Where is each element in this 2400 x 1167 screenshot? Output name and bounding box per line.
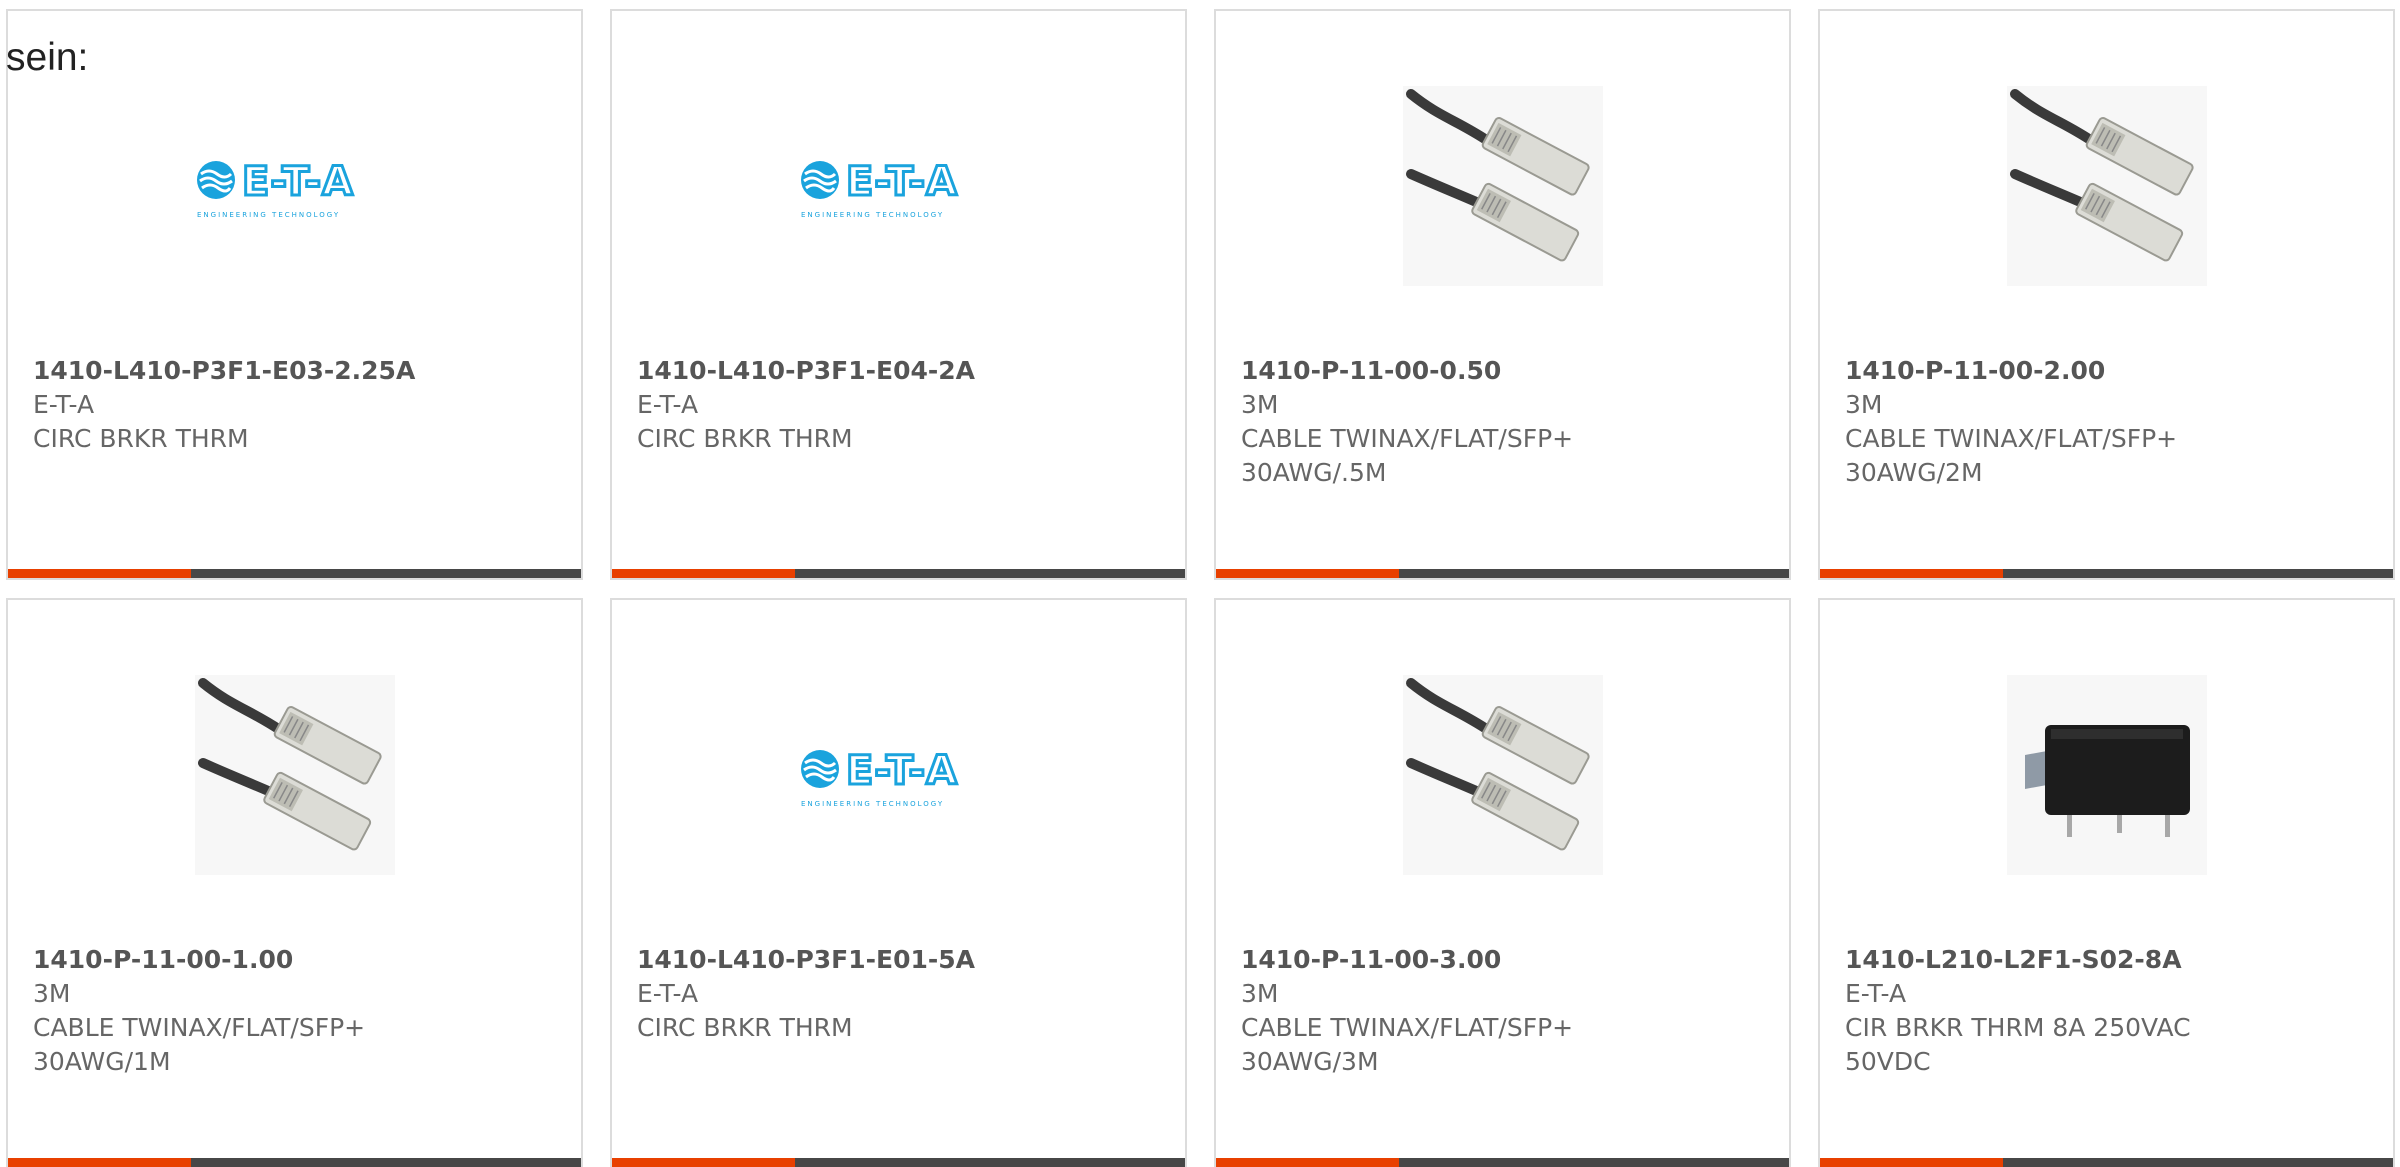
card-footer-bar bbox=[1820, 1158, 2393, 1167]
eta-logo-tagline: ENGINEERING TECHNOLOGY bbox=[197, 211, 340, 219]
product-description-line: 30AWG/2M bbox=[1845, 458, 1983, 487]
product-description-line: 30AWG/.5M bbox=[1241, 458, 1387, 487]
product-part-number[interactable]: 1410-P-11-00-1.00 bbox=[33, 943, 561, 977]
product-part-number[interactable]: 1410-L210-L2F1-S02-8A bbox=[1845, 943, 2373, 977]
product-card[interactable]: 1410-L210-L2F1-S02-8A E-T-A CIR BRKR THRM … bbox=[1818, 598, 2395, 1167]
eta-logo-icon: E-T-A ENGINEERING TECHNOLOGY bbox=[800, 747, 958, 808]
product-image[interactable] bbox=[1216, 670, 1789, 880]
product-description-line: CABLE TWINAX/FLAT/SFP+ bbox=[1241, 1013, 1574, 1042]
product-description-line: CIRC BRKR THRM bbox=[637, 424, 853, 453]
eta-logo-icon: E-T-A ENGINEERING TECHNOLOGY bbox=[196, 158, 354, 219]
card-footer-bar bbox=[612, 569, 1185, 578]
product-card[interactable]: 1410-P-11-00-1.00 3M CABLE TWINAX/FLAT/SFP… bbox=[6, 598, 583, 1167]
card-footer-bar bbox=[1216, 1158, 1789, 1167]
product-description-line: CIRC BRKR THRM bbox=[33, 424, 249, 453]
eta-logo-text: E-T-A bbox=[846, 159, 958, 205]
product-card[interactable]: E-T-A ENGINEERING TECHNOLOGY 1410-L410-P… bbox=[6, 9, 583, 580]
product-description-line: CABLE TWINAX/FLAT/SFP+ bbox=[1845, 424, 2178, 453]
eta-logo-icon: E-T-A ENGINEERING TECHNOLOGY bbox=[800, 158, 958, 219]
card-footer-bar bbox=[8, 569, 581, 578]
product-description-line: CABLE TWINAX/FLAT/SFP+ bbox=[33, 1013, 366, 1042]
product-manufacturer: 3M bbox=[1241, 979, 1279, 1008]
card-footer-accent bbox=[1820, 569, 2003, 578]
product-part-number[interactable]: 1410-P-11-00-2.00 bbox=[1845, 354, 2373, 388]
card-footer-bar bbox=[1216, 569, 1789, 578]
product-part-number[interactable]: 1410-L410-P3F1-E04-2A bbox=[637, 354, 1165, 388]
product-manufacturer: E-T-A bbox=[33, 390, 95, 419]
product-description-line: 30AWG/3M bbox=[1241, 1047, 1379, 1076]
product-image[interactable] bbox=[1820, 81, 2393, 291]
product-info: 1410-L410-P3F1-E03-2.25A E-T-A CIRC BRKR T… bbox=[33, 354, 561, 456]
card-footer-accent bbox=[1216, 569, 1399, 578]
sfp-cable-icon bbox=[194, 675, 395, 875]
product-info: 1410-P-11-00-2.00 3M CABLE TWINAX/FLAT/SFP… bbox=[1845, 354, 2373, 490]
card-footer-accent bbox=[612, 569, 795, 578]
product-description-line: CABLE TWINAX/FLAT/SFP+ bbox=[1241, 424, 1574, 453]
circuit-breaker-icon bbox=[2006, 675, 2207, 875]
product-part-number[interactable]: 1410-L410-P3F1-E03-2.25A bbox=[33, 354, 561, 388]
sfp-cable-icon bbox=[2006, 86, 2207, 286]
product-manufacturer: 3M bbox=[1241, 390, 1279, 419]
product-image[interactable]: E-T-A ENGINEERING TECHNOLOGY bbox=[612, 81, 1185, 291]
product-manufacturer: E-T-A bbox=[637, 390, 699, 419]
sfp-cable-icon bbox=[1402, 86, 1603, 286]
product-card[interactable]: 1410-P-11-00-0.50 3M CABLE TWINAX/FLAT/SFP… bbox=[1214, 9, 1791, 580]
card-footer-bar bbox=[612, 1158, 1185, 1167]
intro-text: sein: bbox=[6, 36, 89, 79]
card-footer-accent bbox=[8, 569, 191, 578]
product-card[interactable]: E-T-A ENGINEERING TECHNOLOGY 1410-L410-P… bbox=[610, 598, 1187, 1167]
product-manufacturer: E-T-A bbox=[637, 979, 699, 1008]
product-info: 1410-P-11-00-0.50 3M CABLE TWINAX/FLAT/SFP… bbox=[1241, 354, 1769, 490]
product-info: 1410-L210-L2F1-S02-8A E-T-A CIR BRKR THRM … bbox=[1845, 943, 2373, 1079]
product-info: 1410-P-11-00-3.00 3M CABLE TWINAX/FLAT/SFP… bbox=[1241, 943, 1769, 1079]
product-info: 1410-L410-P3F1-E04-2A E-T-A CIRC BRKR THRM bbox=[637, 354, 1165, 456]
product-image[interactable]: E-T-A ENGINEERING TECHNOLOGY bbox=[612, 670, 1185, 880]
card-footer-accent bbox=[612, 1158, 795, 1167]
product-manufacturer: 3M bbox=[1845, 390, 1883, 419]
product-info: 1410-P-11-00-1.00 3M CABLE TWINAX/FLAT/SFP… bbox=[33, 943, 561, 1079]
eta-logo-text: E-T-A bbox=[846, 748, 958, 794]
card-footer-accent bbox=[8, 1158, 191, 1167]
eta-logo-text: E-T-A bbox=[242, 159, 354, 205]
product-description-line: CIRC BRKR THRM bbox=[637, 1013, 853, 1042]
card-footer-bar bbox=[8, 1158, 581, 1167]
product-description-line: 50VDC bbox=[1845, 1047, 1931, 1076]
product-image[interactable]: E-T-A ENGINEERING TECHNOLOGY bbox=[8, 81, 581, 291]
sfp-cable-icon bbox=[1402, 675, 1603, 875]
eta-logo-tagline: ENGINEERING TECHNOLOGY bbox=[801, 211, 944, 219]
card-footer-accent bbox=[1216, 1158, 1399, 1167]
product-card[interactable]: 1410-P-11-00-3.00 3M CABLE TWINAX/FLAT/SFP… bbox=[1214, 598, 1791, 1167]
product-manufacturer: 3M bbox=[33, 979, 71, 1008]
product-manufacturer: E-T-A bbox=[1845, 979, 1907, 1008]
product-part-number[interactable]: 1410-P-11-00-0.50 bbox=[1241, 354, 1769, 388]
card-footer-accent bbox=[1820, 1158, 2003, 1167]
product-part-number[interactable]: 1410-L410-P3F1-E01-5A bbox=[637, 943, 1165, 977]
product-description-line: 30AWG/1M bbox=[33, 1047, 171, 1076]
card-footer-bar bbox=[1820, 569, 2393, 578]
product-description-line: CIR BRKR THRM 8A 250VAC bbox=[1845, 1013, 2191, 1042]
eta-logo-tagline: ENGINEERING TECHNOLOGY bbox=[801, 800, 944, 808]
product-info: 1410-L410-P3F1-E01-5A E-T-A CIRC BRKR THRM bbox=[637, 943, 1165, 1045]
product-part-number[interactable]: 1410-P-11-00-3.00 bbox=[1241, 943, 1769, 977]
product-grid-page: sein: E-T-A ENGINEERING TECHNOLOGY 1410-… bbox=[0, 0, 2400, 1167]
product-image[interactable] bbox=[1820, 670, 2393, 880]
product-card[interactable]: 1410-P-11-00-2.00 3M CABLE TWINAX/FLAT/SFP… bbox=[1818, 9, 2395, 580]
product-image[interactable] bbox=[1216, 81, 1789, 291]
product-image[interactable] bbox=[8, 670, 581, 880]
product-card[interactable]: E-T-A ENGINEERING TECHNOLOGY 1410-L410-P… bbox=[610, 9, 1187, 580]
